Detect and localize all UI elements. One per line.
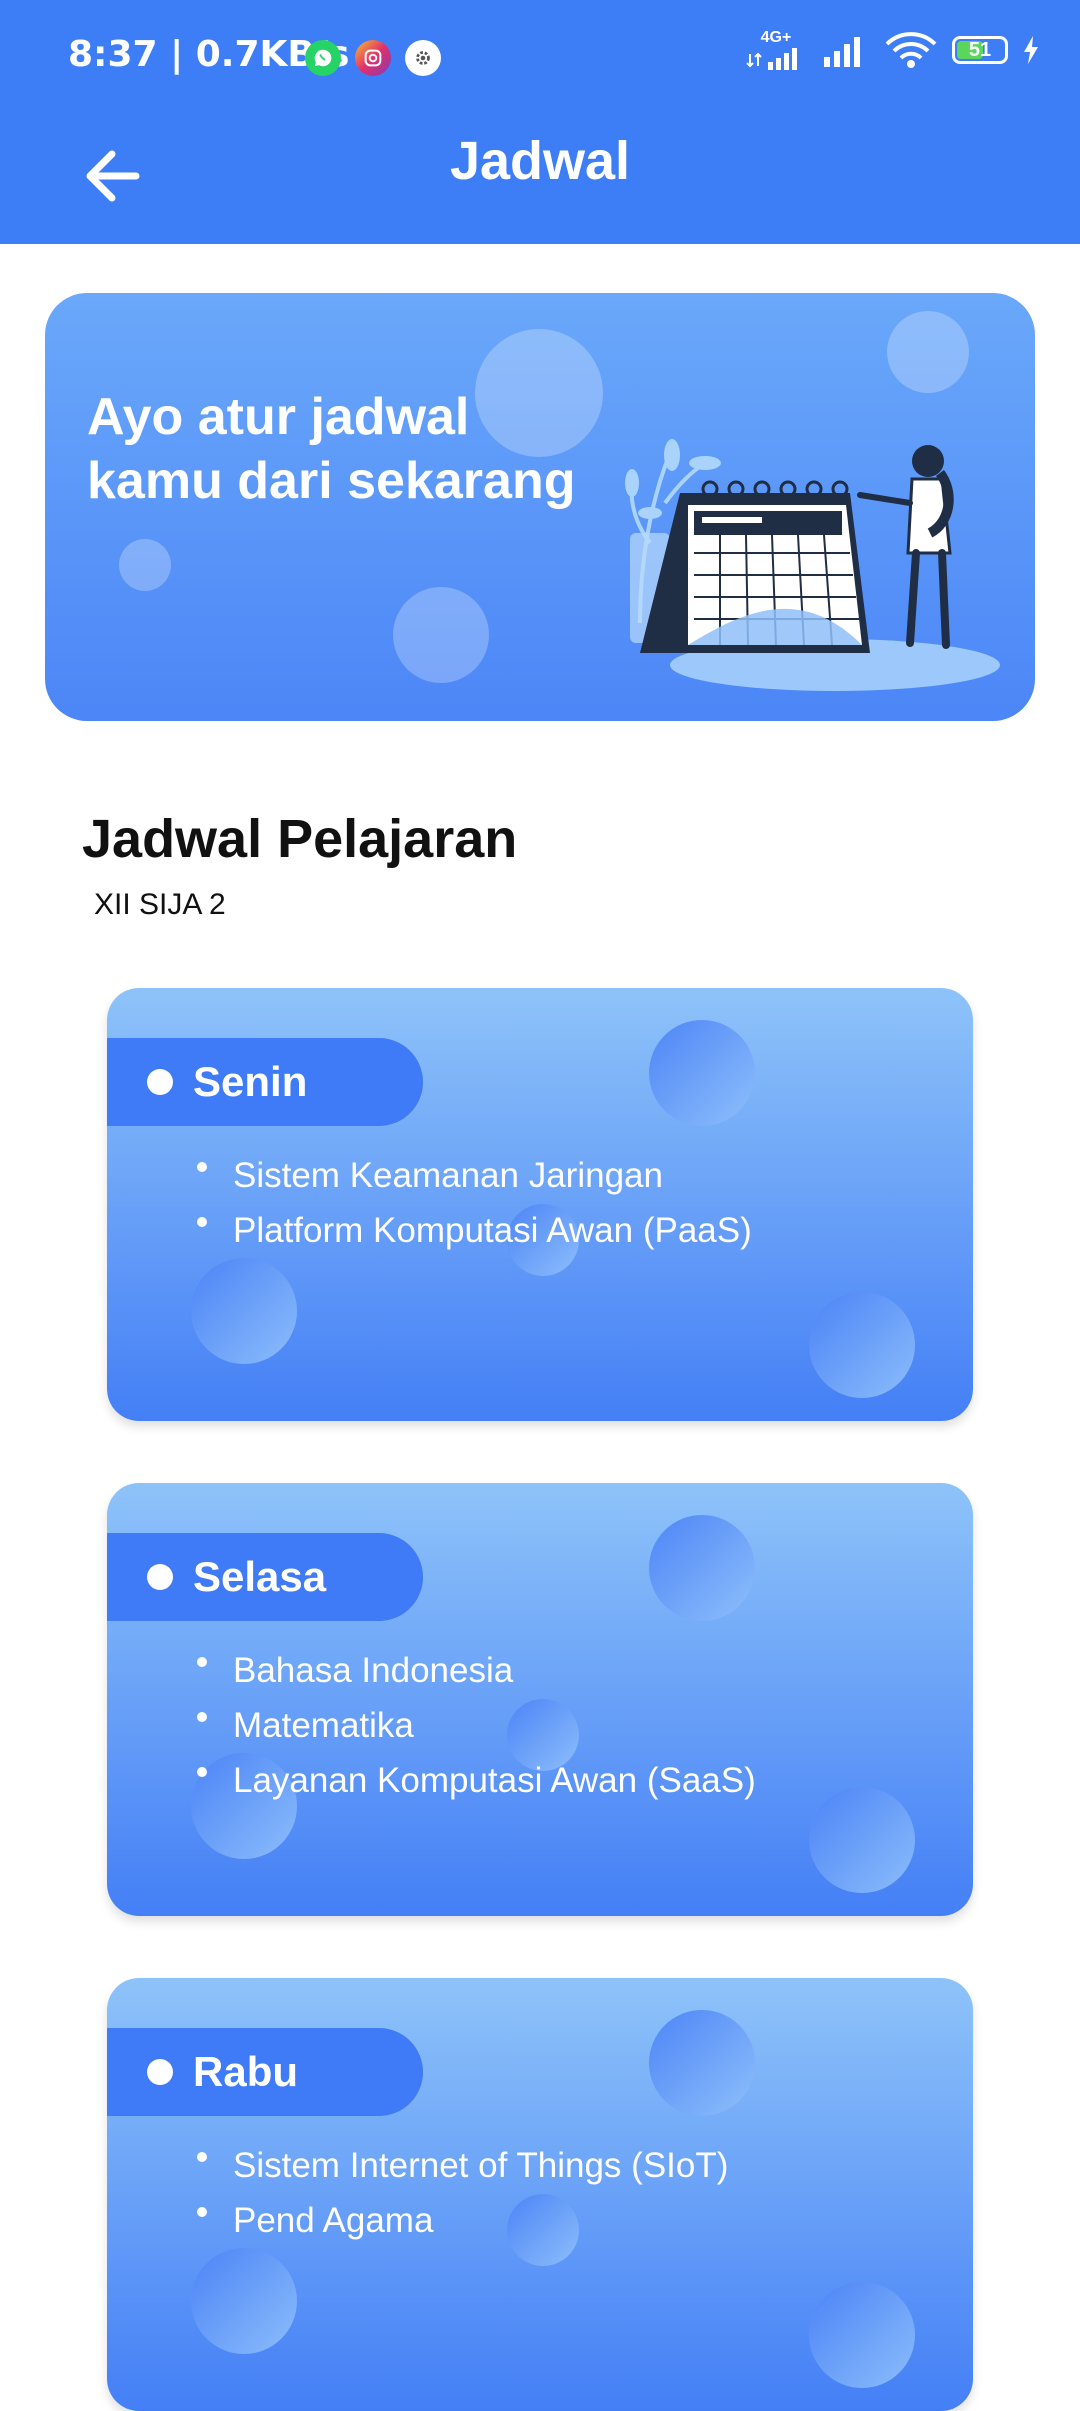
app-bar: Jadwal	[0, 118, 1080, 244]
decor-bubble	[191, 1258, 297, 1364]
decor-bubble	[119, 539, 171, 591]
subject-item: Pend Agama	[187, 2193, 728, 2248]
day-label: Rabu	[193, 2048, 298, 2095]
bullet-icon	[147, 1069, 173, 1095]
instagram-icon	[355, 40, 391, 76]
decor-bubble	[191, 2248, 297, 2354]
day-label: Senin	[193, 1058, 308, 1105]
bullet-icon	[147, 2059, 173, 2085]
subject-list: Bahasa Indonesia Matematika Layanan Komp…	[187, 1643, 756, 1808]
decor-bubble	[809, 2282, 915, 2388]
schedule-title: Jadwal Pelajaran	[82, 809, 518, 869]
battery-level: 51	[968, 38, 992, 61]
day-label: Selasa	[193, 1553, 327, 1600]
settings-icon	[405, 40, 441, 76]
signal-icon-2	[824, 37, 860, 67]
banner-title-line2: kamu dari sekarang	[87, 452, 576, 510]
page-title: Jadwal	[449, 131, 631, 191]
day-card-selasa[interactable]: Selasa Bahasa Indonesia Matematika Layan…	[107, 1483, 973, 1916]
bullet-icon	[147, 1564, 173, 1590]
class-name: XII SIJA 2	[94, 888, 226, 921]
status-app-icons	[305, 40, 441, 76]
banner-title: Ayo atur jadwal kamu dari sekarang	[87, 385, 647, 513]
charging-icon	[1024, 36, 1038, 64]
decor-bubble	[393, 587, 489, 683]
decor-bubble	[809, 1787, 915, 1893]
status-bar: 8:37 | 0.7KB/s 4G+ 51	[0, 0, 1080, 118]
day-label-pill: Senin	[107, 1038, 423, 1126]
subject-item: Matematika	[187, 1698, 756, 1753]
subject-item: Sistem Internet of Things (SIoT)	[187, 2138, 728, 2193]
wifi-icon	[885, 32, 937, 68]
signal-icon: 4G+	[746, 30, 806, 70]
subject-item: Platform Komputasi Awan (PaaS)	[187, 1203, 752, 1258]
decor-bubble	[649, 2010, 755, 2116]
day-label-pill: Rabu	[107, 2028, 423, 2116]
banner-title-line1: Ayo atur jadwal	[87, 388, 470, 446]
whatsapp-icon	[305, 40, 341, 76]
subject-list: Sistem Internet of Things (SIoT) Pend Ag…	[187, 2138, 728, 2248]
day-label-pill: Selasa	[107, 1533, 423, 1621]
hero-banner: Ayo atur jadwal kamu dari sekarang	[45, 293, 1035, 721]
battery-icon: 51	[952, 36, 1008, 64]
day-card-rabu[interactable]: Rabu Sistem Internet of Things (SIoT) Pe…	[107, 1978, 973, 2411]
decor-bubble	[649, 1020, 755, 1126]
calendar-illustration	[625, 439, 1000, 691]
status-indicators: 4G+ 51	[746, 30, 1040, 70]
network-type: 4G+	[760, 29, 792, 46]
decor-bubble	[649, 1515, 755, 1621]
subject-item: Sistem Keamanan Jaringan	[187, 1148, 752, 1203]
decor-bubble	[809, 1292, 915, 1398]
subject-list: Sistem Keamanan Jaringan Platform Komput…	[187, 1148, 752, 1258]
decor-bubble	[887, 311, 969, 393]
day-card-senin[interactable]: Senin Sistem Keamanan Jaringan Platform …	[107, 988, 973, 1421]
subject-item: Bahasa Indonesia	[187, 1643, 756, 1698]
subject-item: Layanan Komputasi Awan (SaaS)	[187, 1753, 756, 1808]
